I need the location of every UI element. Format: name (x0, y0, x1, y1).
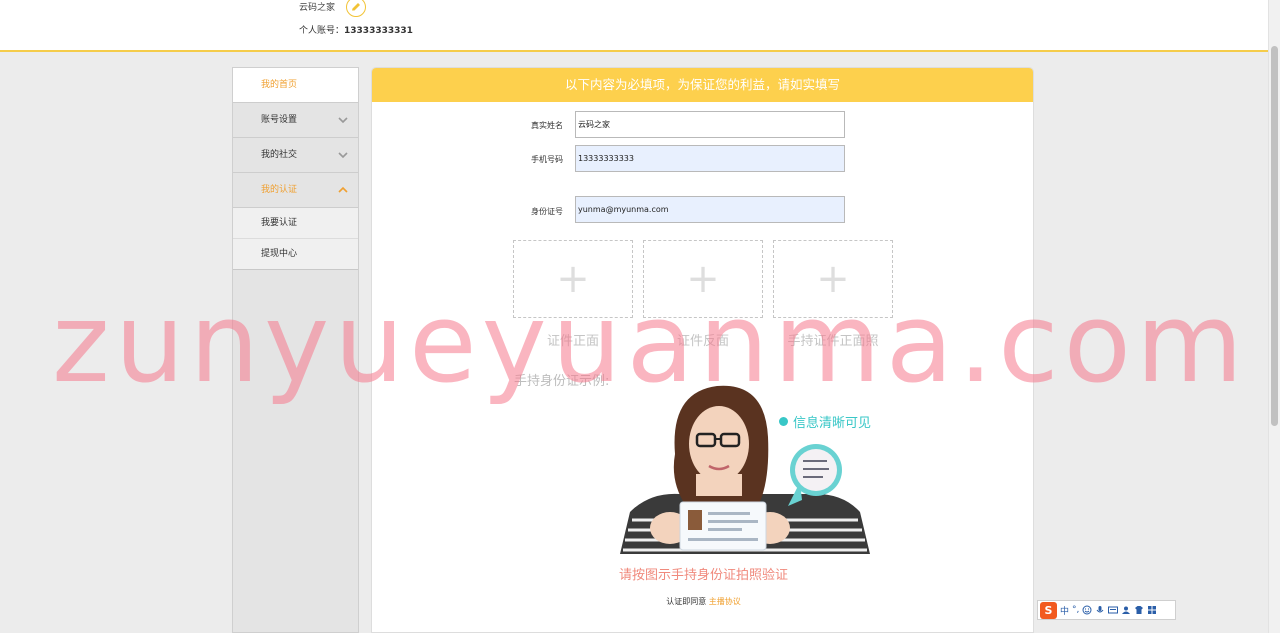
sidebar-item-label: 账号设置 (261, 115, 298, 125)
sidebar-subitem-withdraw-center[interactable]: 提现中心 (233, 239, 358, 270)
anchor-agreement-link[interactable]: 主播协议 (709, 597, 741, 606)
info-clear-bullet-icon (779, 417, 788, 426)
sidebar-item-label: 我的认证 (261, 185, 298, 195)
ime-toolbar[interactable]: S 中 °, (1037, 600, 1176, 620)
sidebar-subitem-apply-certification[interactable]: 我要认证 (233, 208, 358, 239)
chevron-up-icon (338, 186, 348, 193)
grid-menu-icon[interactable] (1147, 605, 1157, 615)
upload-id-front-label: 证件正面 (546, 334, 599, 349)
phone-input[interactable]: 13333333333 (575, 145, 845, 172)
user-icon[interactable] (1121, 605, 1131, 615)
real-name-input[interactable]: 云码之家 (575, 111, 845, 138)
handheld-id-example-photo (620, 385, 870, 554)
id-number-label: 身份证号 (531, 207, 563, 216)
account-number: 13333333331 (344, 26, 413, 36)
sidebar-item-label: 我的首页 (261, 80, 298, 90)
upload-id-back[interactable]: + (643, 240, 763, 318)
upload-id-front[interactable]: + (513, 240, 633, 318)
verify-tip: 请按图示手持身份证拍照验证 (618, 568, 788, 583)
upload-id-back-label: 证件反面 (676, 334, 729, 349)
real-name-label: 真实姓名 (531, 121, 563, 130)
skin-shirt-icon[interactable] (1134, 605, 1144, 615)
plus-icon: + (556, 256, 590, 302)
plus-icon: + (816, 256, 850, 302)
chevron-down-icon (338, 152, 348, 159)
agreement-text: 认证即同意 (666, 597, 707, 606)
handheld-example-label: 手持身份证示例: (514, 374, 610, 389)
keyboard-icon[interactable] (1108, 605, 1119, 615)
sidebar-item-account-settings[interactable]: 账号设置 (233, 103, 358, 138)
ime-lang-toggle[interactable]: 中 (1060, 604, 1069, 617)
id-number-input[interactable]: yunma@myunma.com (575, 196, 845, 223)
edit-pencil-icon[interactable] (346, 0, 366, 17)
required-notice: 以下内容为必填项，为保证您的利益，请如实填写 (372, 68, 1033, 102)
info-clear-text: 信息清晰可见 (793, 416, 872, 431)
emoji-icon[interactable] (1082, 605, 1092, 615)
upload-id-handheld[interactable]: + (773, 240, 893, 318)
sogou-logo-icon[interactable]: S (1040, 601, 1057, 619)
sidebar-item-label: 我的社交 (261, 150, 298, 160)
phone-label: 手机号码 (531, 155, 563, 164)
sidebar-item-certification[interactable]: 我的认证 (233, 173, 358, 208)
top-header: 云码之家 个人账号：13333333331 (0, 0, 1268, 52)
page-scrollbar[interactable] (1268, 0, 1280, 633)
account-info: 个人账号：13333333331 (299, 23, 413, 36)
agreement-line: 认证即同意 主播协议 (372, 596, 1033, 607)
certification-panel: 以下内容为必填项，为保证您的利益，请如实填写 真实姓名 云码之家 手机号码 13… (371, 67, 1034, 633)
sidebar: 我的首页 账号设置 我的社交 我的认证 我要认证 提现中心 (232, 67, 359, 633)
sidebar-item-home[interactable]: 我的首页 (233, 68, 358, 103)
ime-punct-toggle[interactable]: °, (1072, 605, 1079, 615)
sidebar-item-social[interactable]: 我的社交 (233, 138, 358, 173)
chevron-down-icon (338, 117, 348, 124)
microphone-icon[interactable] (1095, 605, 1105, 615)
user-nickname: 云码之家 (299, 3, 336, 13)
upload-id-handheld-label: 手持证件正面照 (787, 334, 879, 349)
plus-icon: + (686, 256, 720, 302)
account-label: 个人账号： (299, 26, 345, 36)
scroll-thumb[interactable] (1271, 46, 1278, 426)
